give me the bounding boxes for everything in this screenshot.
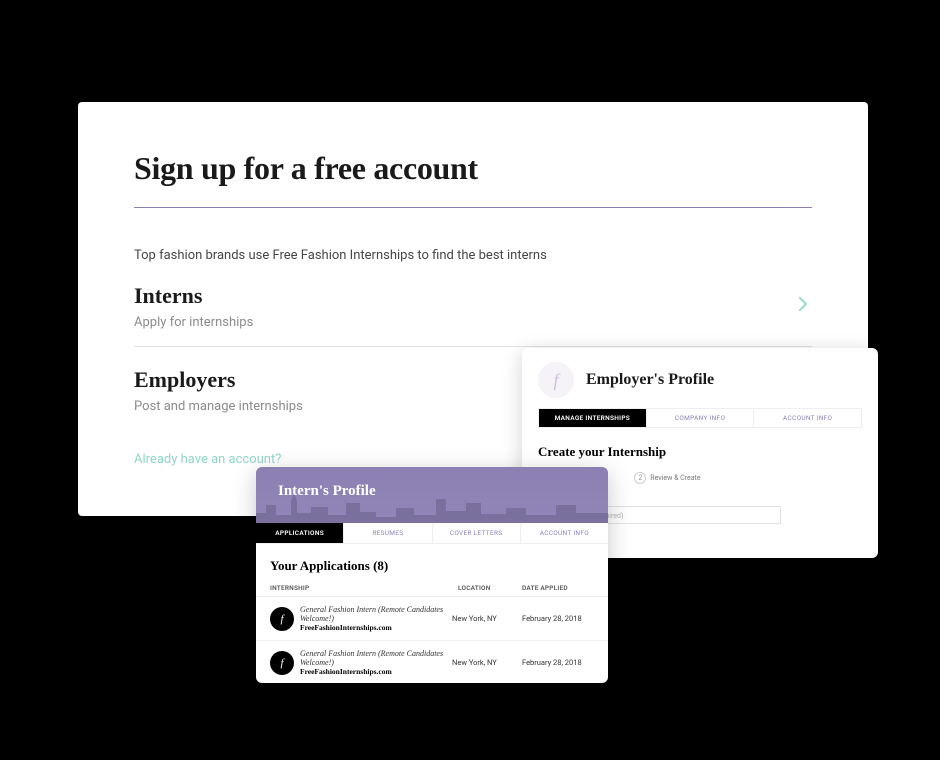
step-2-number: 2 <box>634 472 646 484</box>
row-title: General Fashion Intern (Remote Candidate… <box>300 649 446 667</box>
row-location: New York, NY <box>452 658 516 667</box>
table-row[interactable]: f General Fashion Intern (Remote Candida… <box>256 597 608 641</box>
sub-heading: Top fashion brands use Free Fashion Inte… <box>134 248 812 263</box>
tab-intern-account-info[interactable]: ACCOUNT INFO <box>521 523 608 543</box>
company-logo-icon: f <box>270 607 294 631</box>
divider <box>134 207 812 208</box>
chevron-right-icon <box>794 295 812 313</box>
intern-banner: Intern's Profile <box>256 467 608 523</box>
employer-section-heading: Create your Internship <box>538 444 862 460</box>
tab-applications[interactable]: APPLICATIONS <box>256 523 344 543</box>
option-interns-title: Interns <box>134 283 812 309</box>
tab-company-info[interactable]: COMPANY INFO <box>647 409 755 427</box>
row-text: General Fashion Intern (Remote Candidate… <box>300 649 446 676</box>
employer-header: f Employer's Profile <box>538 362 862 398</box>
row-company: FreeFashionInternships.com <box>300 667 446 676</box>
row-date: February 28, 2018 <box>522 614 594 623</box>
page-title: Sign up for a free account <box>134 150 812 187</box>
col-location: LOCATION <box>458 584 522 592</box>
tab-resumes[interactable]: RESUMES <box>344 523 432 543</box>
tab-account-info[interactable]: ACCOUNT INFO <box>754 409 861 427</box>
tab-manage-internships[interactable]: MANAGE INTERNSHIPS <box>539 409 647 427</box>
row-title: General Fashion Intern (Remote Candidate… <box>300 605 446 623</box>
option-interns[interactable]: Interns Apply for internships <box>134 263 812 347</box>
employer-tabbar: MANAGE INTERNSHIPS COMPANY INFO ACCOUNT … <box>538 408 862 428</box>
row-company: FreeFashionInternships.com <box>300 623 446 632</box>
col-date-applied: DATE APPLIED <box>522 584 594 592</box>
applications-table-header: INTERNSHIP LOCATION DATE APPLIED <box>256 582 608 597</box>
option-interns-sub: Apply for internships <box>134 315 812 330</box>
employer-avatar-icon: f <box>538 362 574 398</box>
col-internship: INTERNSHIP <box>270 584 458 592</box>
applications-heading: Your Applications (8) <box>270 558 608 574</box>
row-text: General Fashion Intern (Remote Candidate… <box>300 605 446 632</box>
step-2: 2 Review & Create <box>634 472 700 484</box>
row-location: New York, NY <box>452 614 516 623</box>
step-2-label: Review & Create <box>650 474 700 482</box>
intern-tabbar: APPLICATIONS RESUMES COVER LETTERS ACCOU… <box>256 523 608 544</box>
employer-title: Employer's Profile <box>586 371 714 389</box>
table-row[interactable]: f General Fashion Intern (Remote Candida… <box>256 641 608 683</box>
tab-cover-letters[interactable]: COVER LETTERS <box>433 523 521 543</box>
already-have-account-link[interactable]: Already have an account? <box>134 452 281 467</box>
row-date: February 28, 2018 <box>522 658 594 667</box>
company-logo-icon: f <box>270 651 294 675</box>
intern-preview-card: Intern's Profile APPLICATIONS RESUMES CO… <box>256 467 608 683</box>
intern-title: Intern's Profile <box>278 483 586 500</box>
